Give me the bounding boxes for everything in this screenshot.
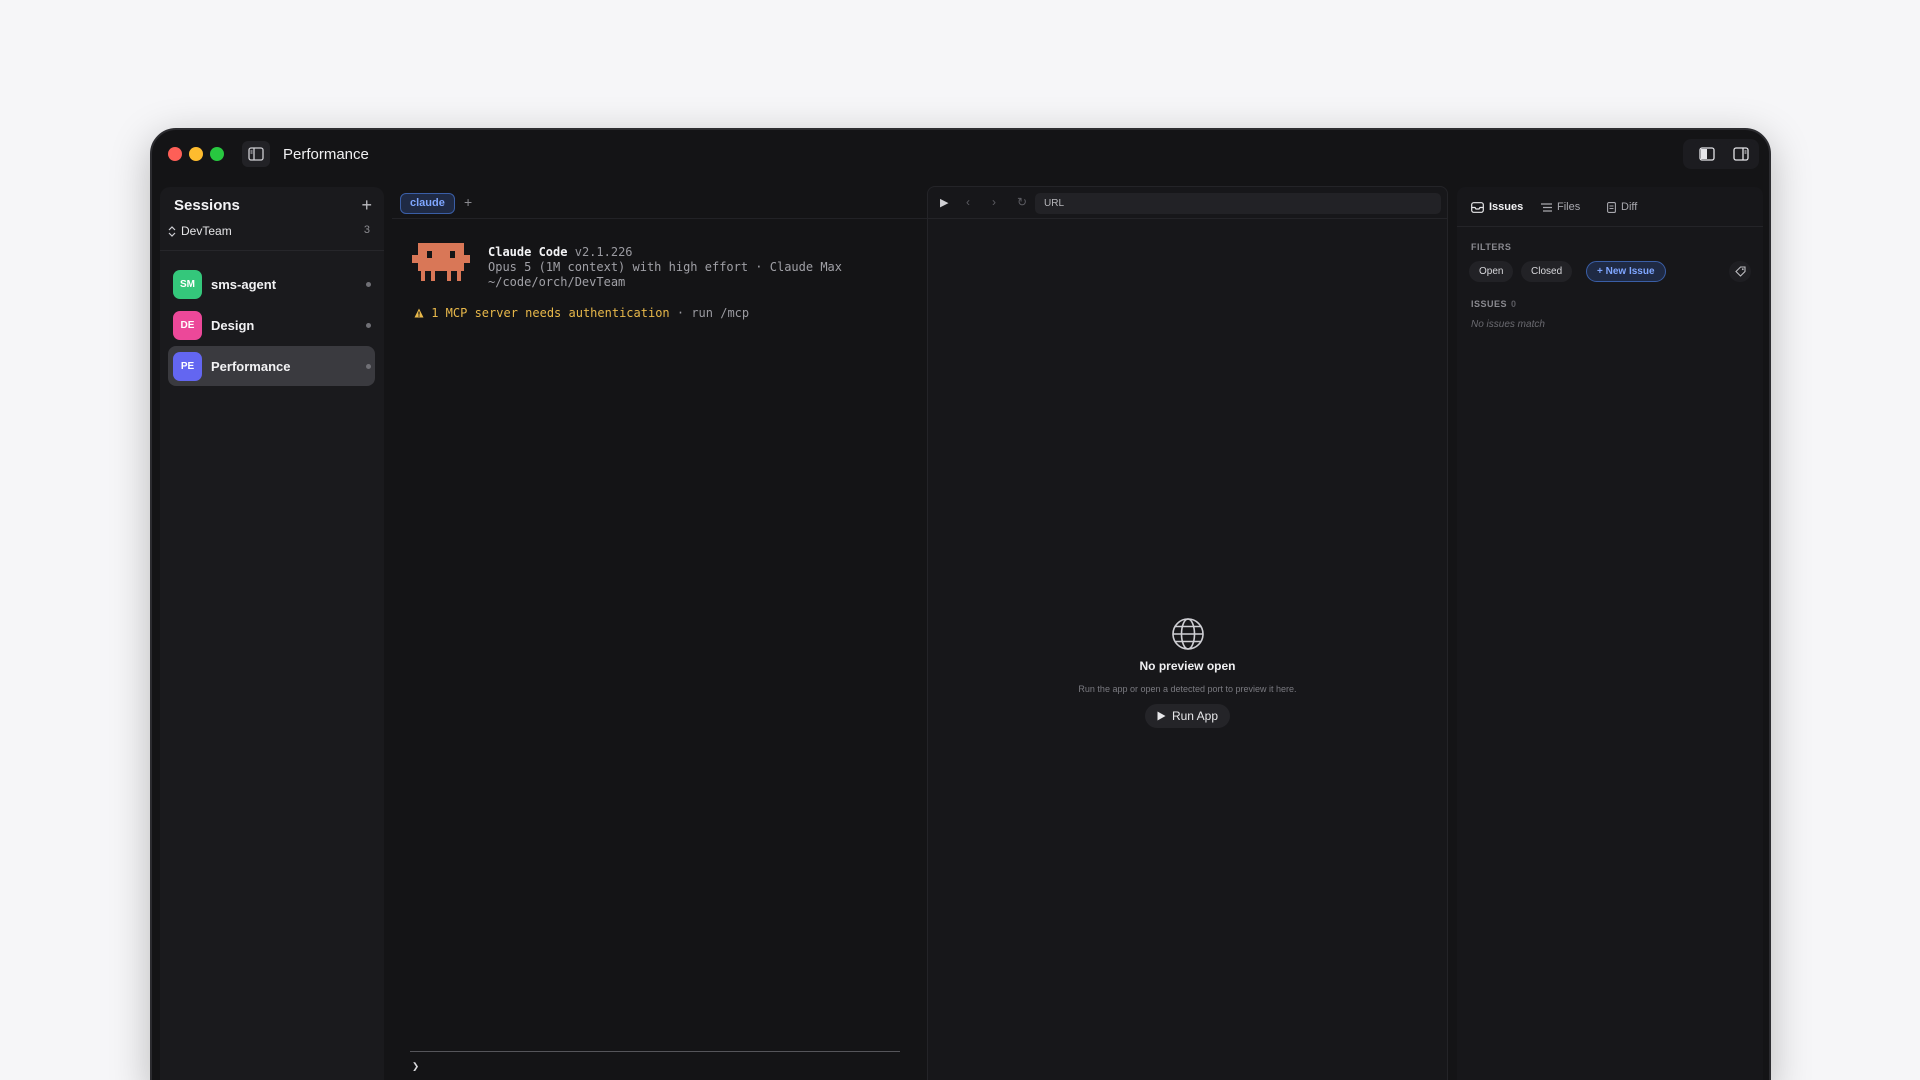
issues-panel: Issues Files Diff FILTERS Open Closed + …: [1457, 187, 1763, 1080]
empty-title: No preview open: [1139, 659, 1236, 673]
list-icon: [1541, 202, 1552, 212]
document-icon: [1607, 201, 1616, 213]
sessions-title: Sessions: [174, 197, 240, 214]
model-info: Opus 5 (1M context) with high effort · C…: [488, 260, 843, 274]
session-item-design[interactable]: DE Design: [168, 305, 375, 345]
new-issue-button[interactable]: + New Issue: [1586, 261, 1666, 282]
run-app-label: Run App: [1171, 709, 1219, 723]
inspector-tab-bar: Issues Files Diff: [1457, 187, 1763, 227]
app-version: v2.1.226: [574, 245, 633, 259]
sidebar-icon: [248, 147, 264, 161]
session-name: Design: [211, 317, 255, 333]
session-name: Performance: [211, 358, 291, 374]
issues-label-text: ISSUES: [1471, 299, 1508, 309]
issues-label: ISSUES 0: [1471, 299, 1517, 309]
tab-label: Files: [1557, 201, 1581, 213]
tab-label: Diff: [1621, 201, 1638, 213]
url-input[interactable]: URL: [1035, 193, 1441, 214]
divider: [160, 250, 384, 251]
app-header: Claude Code v2.1.226: [488, 245, 633, 259]
filters-label: FILTERS: [1471, 242, 1512, 252]
close-window-button[interactable]: [168, 147, 182, 161]
tag-icon: [1734, 266, 1746, 277]
split-right-icon: [1733, 147, 1749, 161]
session-item-sms-agent[interactable]: SM sms-agent: [168, 264, 375, 304]
issues-count: 0: [1511, 299, 1517, 309]
team-name: DevTeam: [181, 224, 232, 238]
window-title: Performance: [283, 146, 369, 163]
claude-mascot-icon: [412, 243, 470, 281]
status-dot: [366, 282, 371, 287]
prompt-divider: [410, 1051, 900, 1052]
forward-icon[interactable]: ›: [992, 195, 996, 209]
prompt-input[interactable]: ❯: [412, 1059, 419, 1073]
terminal-tab-bar: claude +: [392, 187, 928, 219]
session-count: 3: [363, 224, 370, 236]
tab-issues[interactable]: Issues: [1471, 201, 1523, 213]
app-name: Claude Code: [488, 245, 568, 259]
warning-icon: [414, 308, 424, 318]
app-window: Performance Sessions + DevTeam 3 SM sms-…: [150, 128, 1771, 1080]
globe-icon: [1171, 618, 1204, 650]
run-app-button[interactable]: Run App: [1144, 704, 1231, 728]
tab-diff[interactable]: Diff: [1607, 201, 1637, 213]
working-directory: ~/code/orch/DevTeam: [488, 275, 626, 289]
tag-filter-button[interactable]: [1729, 261, 1751, 282]
title-bar: Performance: [152, 130, 1769, 184]
team-selector[interactable]: DevTeam: [168, 224, 232, 238]
sessions-sidebar: Sessions + DevTeam 3 SM sms-agent DE Des…: [160, 187, 384, 1080]
avatar: DE: [173, 310, 202, 340]
empty-issues-message: No issues match: [1471, 319, 1545, 330]
filter-open-button[interactable]: Open: [1469, 261, 1514, 282]
add-session-button[interactable]: +: [361, 196, 372, 214]
toggle-sidebar-button[interactable]: [242, 141, 270, 167]
play-icon: [1157, 711, 1166, 721]
session-name: sms-agent: [211, 276, 277, 292]
warning-text: 1 MCP server needs authentication: [431, 306, 670, 320]
status-dot: [366, 323, 371, 328]
zoom-window-button[interactable]: [210, 147, 224, 161]
back-icon[interactable]: ‹: [966, 195, 970, 209]
status-dot: [366, 364, 371, 369]
tab-files[interactable]: Files: [1541, 201, 1580, 213]
warning-hint: · run /mcp: [669, 306, 750, 320]
avatar: PE: [173, 351, 202, 381]
preview-toolbar: ▶ ‹ › ↻ URL: [928, 187, 1447, 219]
inbox-icon: [1471, 201, 1484, 213]
session-item-performance[interactable]: PE Performance: [168, 346, 375, 386]
add-tab-button[interactable]: +: [464, 194, 472, 210]
preview-panel: ▶ ‹ › ↻ URL No preview open Run the app …: [927, 186, 1448, 1080]
reload-icon[interactable]: ↻: [1017, 195, 1027, 209]
minimize-window-button[interactable]: [189, 147, 203, 161]
preview-empty-state: No preview open Run the app or open a de…: [928, 617, 1447, 728]
empty-subtitle: Run the app or open a detected port to p…: [1078, 684, 1297, 694]
chevron-updown-icon: [168, 225, 176, 237]
terminal-panel: claude + Claude Code v2.1.226 Opus 5 (1M…: [392, 187, 928, 1080]
toggle-inspector-button[interactable]: [1727, 141, 1755, 167]
tab-label: Issues: [1489, 201, 1524, 213]
play-icon[interactable]: ▶: [940, 196, 948, 209]
split-left-icon: [1699, 147, 1715, 161]
filter-closed-button[interactable]: Closed: [1521, 261, 1573, 282]
toggle-preview-button[interactable]: [1693, 141, 1721, 167]
avatar: SM: [173, 269, 202, 299]
tab-claude[interactable]: claude: [400, 193, 455, 214]
mcp-warning: 1 MCP server needs authentication · run …: [414, 306, 749, 320]
